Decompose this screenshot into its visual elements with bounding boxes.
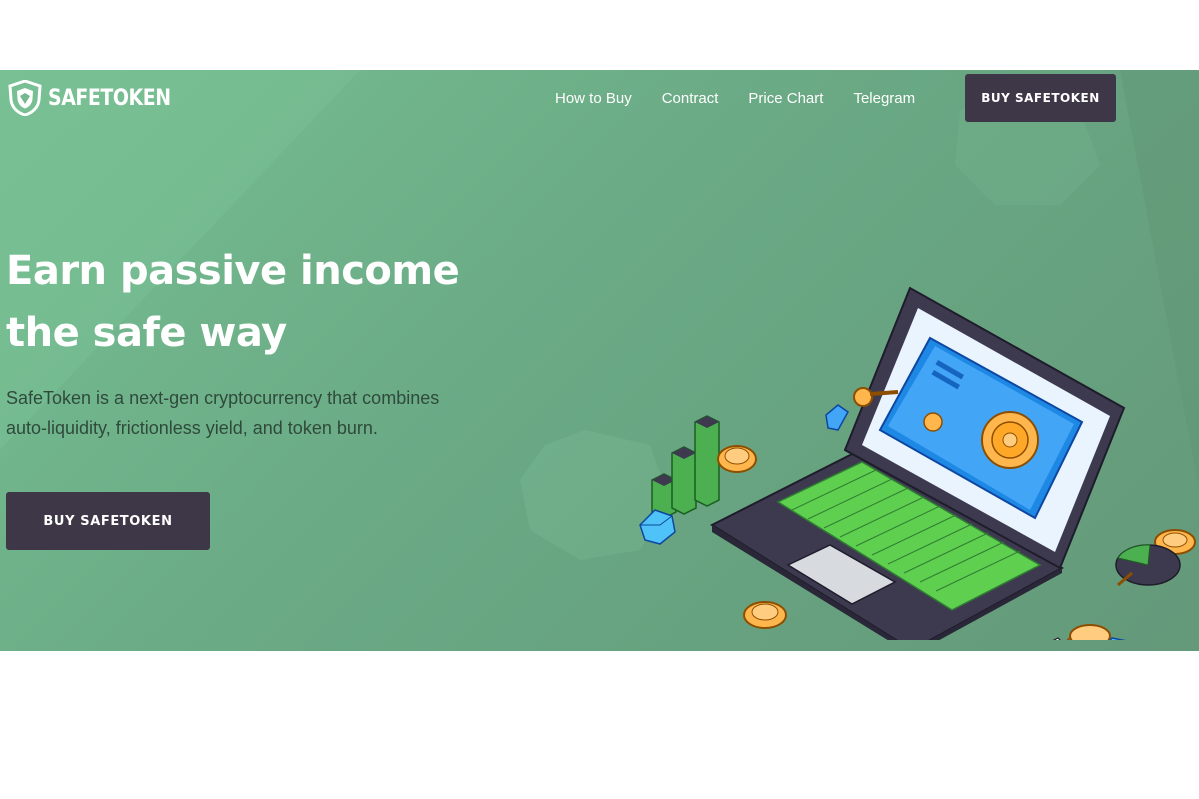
navbar: SAFETOKEN How to Buy Contract Price Char… — [0, 70, 1199, 126]
coin-icon — [743, 601, 787, 629]
coin-stack-icon — [1066, 624, 1111, 640]
subtext-line-2: auto-liquidity, frictionless yield, and … — [6, 418, 378, 438]
nav-link-price-chart[interactable]: Price Chart — [733, 88, 838, 109]
nav-links: How to Buy Contract Price Chart Telegram — [540, 88, 930, 109]
brand-logo[interactable]: SAFETOKEN — [8, 80, 191, 116]
headline-line-1: Earn passive income — [6, 248, 460, 294]
brand-name: SAFETOKEN — [48, 85, 171, 111]
laptop-icon — [709, 286, 1126, 640]
nav-link-telegram[interactable]: Telegram — [838, 88, 930, 109]
headline-line-2: the safe way — [6, 310, 287, 356]
coin-icon — [717, 445, 757, 473]
nav-buy-button[interactable]: BUY SAFETOKEN — [965, 74, 1116, 122]
hero-headline: Earn passive income the safe way — [6, 240, 526, 364]
nav-link-contract[interactable]: Contract — [647, 88, 734, 109]
bar-chart-icon — [651, 415, 720, 519]
hero-buy-button[interactable]: BUY SAFETOKEN — [6, 492, 210, 550]
pie-chart-icon — [1115, 544, 1181, 587]
hero-section: SAFETOKEN How to Buy Contract Price Char… — [0, 70, 1199, 651]
subtext-line-1: SafeToken is a next-gen cryptocurrency t… — [6, 388, 440, 408]
laptop-vault-illustration — [639, 286, 1196, 640]
nav-link-how-to-buy[interactable]: How to Buy — [540, 88, 647, 109]
shield-icon — [8, 80, 42, 116]
hero-subtext: SafeToken is a next-gen cryptocurrency t… — [6, 383, 506, 443]
page: SAFETOKEN How to Buy Contract Price Char… — [0, 0, 1199, 799]
diamond-icon — [639, 509, 676, 545]
